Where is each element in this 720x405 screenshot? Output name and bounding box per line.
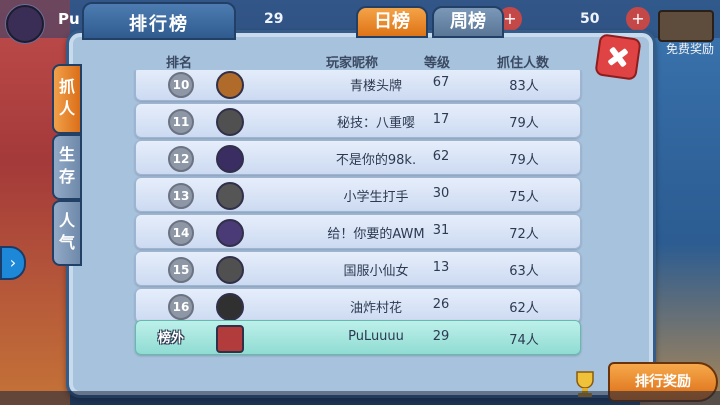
leaderboard-list[interactable]: 10 青楼头牌 67 83人 11 秘技：八重嘤 17 79人 12 不是你的9… bbox=[133, 70, 583, 388]
bottom-hud-strip bbox=[0, 391, 720, 405]
table-row[interactable]: 13 小学生打手 30 75人 bbox=[135, 177, 581, 212]
self-catch-count: 74人 bbox=[509, 333, 539, 348]
player-level-value: 26 bbox=[432, 297, 450, 312]
medal-icon bbox=[216, 71, 244, 99]
catch-count: 63人 bbox=[509, 264, 539, 279]
chest-icon bbox=[216, 325, 244, 353]
leaderboard-title-tab: 排行榜 bbox=[82, 2, 236, 40]
rank-badge: 15 bbox=[168, 257, 194, 283]
side-tab-catch-char-2: 人 bbox=[58, 99, 75, 118]
catch-count: 62人 bbox=[509, 301, 539, 316]
player-avatar[interactable] bbox=[6, 5, 44, 43]
side-tab-survive-char-1: 生 bbox=[58, 145, 75, 164]
player-level-value: 17 bbox=[432, 112, 450, 127]
catch-count: 83人 bbox=[509, 79, 539, 94]
outside-rank-label: 榜外 bbox=[158, 331, 185, 346]
rank-badge: 14 bbox=[168, 220, 194, 246]
rank-badge: 16 bbox=[168, 294, 194, 320]
ball-icon bbox=[216, 293, 244, 321]
side-tab-popular-char-1: 人 bbox=[58, 211, 75, 230]
player-level-value: 67 bbox=[432, 75, 450, 90]
leaderboard-title: 排行榜 bbox=[129, 14, 189, 35]
player-level-value: 62 bbox=[432, 149, 450, 164]
column-header-rank: 排名 bbox=[166, 56, 193, 71]
table-row[interactable]: 14 给！你要的AWM 31 72人 bbox=[135, 214, 581, 249]
catch-count: 79人 bbox=[509, 153, 539, 168]
bird-icon bbox=[216, 256, 244, 284]
side-tab-popular[interactable]: 人 气 bbox=[52, 200, 82, 266]
table-row[interactable]: 11 秘技：八重嘤 17 79人 bbox=[135, 103, 581, 138]
catch-count: 72人 bbox=[509, 227, 539, 242]
rank-badge: 11 bbox=[168, 109, 194, 135]
rank-badge: 13 bbox=[168, 183, 194, 209]
side-tab-catch[interactable]: 抓 人 bbox=[52, 64, 82, 134]
column-header-level: 等级 bbox=[424, 56, 451, 71]
table-row[interactable]: 12 不是你的98k. 62 79人 bbox=[135, 140, 581, 175]
catch-count: 75人 bbox=[509, 190, 539, 205]
points-value: 50 bbox=[580, 11, 600, 27]
close-button[interactable] bbox=[594, 33, 642, 81]
table-row[interactable]: 15 国服小仙女 13 63人 bbox=[135, 251, 581, 286]
catch-count: 79人 bbox=[509, 116, 539, 131]
side-tab-survive-char-2: 存 bbox=[58, 167, 75, 186]
bird-icon bbox=[216, 108, 244, 136]
self-row[interactable]: 榜外 PuLuuuu 29 74人 bbox=[135, 320, 581, 355]
player-level-value: 31 bbox=[432, 223, 450, 238]
player-name: Pu bbox=[58, 10, 80, 28]
self-level-value: 29 bbox=[432, 329, 450, 344]
add-points-button[interactable]: + bbox=[626, 7, 650, 31]
free-reward-label: 免费奖励 bbox=[665, 42, 714, 56]
column-header-name: 玩家昵称 bbox=[326, 56, 379, 71]
rank-badge: 10 bbox=[168, 72, 194, 98]
player-level-value: 13 bbox=[432, 260, 450, 275]
player-level: 29 bbox=[264, 11, 284, 27]
gun-icon bbox=[216, 145, 244, 173]
tab-weekly[interactable]: 周榜 bbox=[432, 6, 504, 38]
tab-daily[interactable]: 日榜 bbox=[356, 6, 428, 38]
box-icon bbox=[216, 219, 244, 247]
gem-icon bbox=[216, 182, 244, 210]
side-tab-survive[interactable]: 生 存 bbox=[52, 134, 82, 200]
column-header-catch: 抓住人数 bbox=[497, 56, 550, 71]
table-row[interactable]: 16 油炸村花 26 62人 bbox=[135, 288, 581, 323]
rank-badge: 12 bbox=[168, 146, 194, 172]
free-reward-chest-icon[interactable] bbox=[658, 10, 714, 42]
table-row[interactable]: 10 青楼头牌 67 83人 bbox=[135, 70, 581, 101]
player-level-value: 30 bbox=[432, 186, 450, 201]
side-tab-catch-char-1: 抓 bbox=[58, 77, 75, 96]
side-tab-popular-char-2: 气 bbox=[58, 233, 75, 252]
